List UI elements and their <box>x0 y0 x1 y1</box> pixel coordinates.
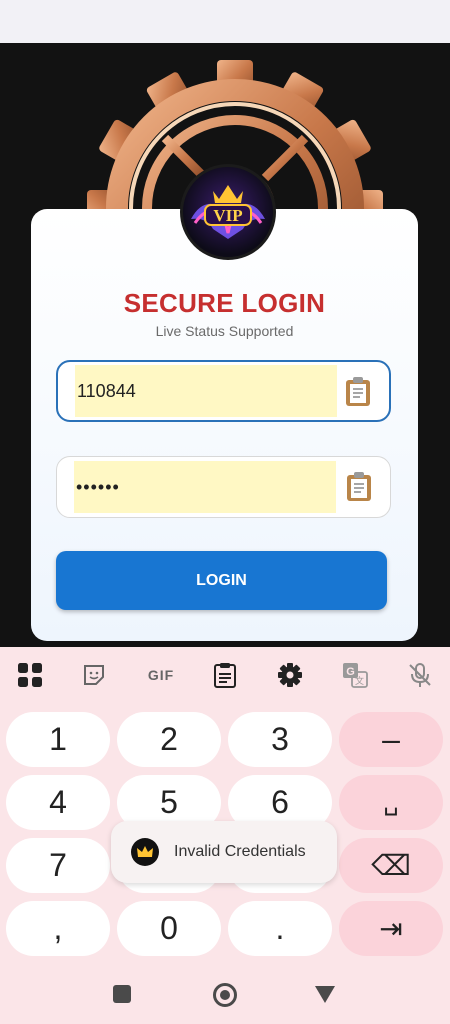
gif-label: GIF <box>147 667 175 683</box>
password-input[interactable] <box>74 461 336 513</box>
crown-icon <box>131 838 159 866</box>
key-0[interactable]: 0 <box>117 901 221 956</box>
recents-icon[interactable] <box>113 985 131 1003</box>
key-4[interactable]: 4 <box>6 775 110 830</box>
username-input[interactable] <box>75 365 337 417</box>
home-icon[interactable] <box>213 983 237 1007</box>
key-period[interactable]: . <box>228 901 332 956</box>
svg-text:文: 文 <box>355 675 364 686</box>
apps-grid-icon[interactable] <box>16 661 44 689</box>
key-comma[interactable]: , <box>6 901 110 956</box>
settings-gear-icon[interactable] <box>276 661 304 689</box>
key-7[interactable]: 7 <box>6 838 110 893</box>
gif-icon[interactable]: GIF <box>144 661 178 689</box>
toast-message: Invalid Credentials <box>174 843 306 860</box>
svg-text:VIP: VIP <box>213 206 242 225</box>
vip-logo: VIP <box>180 164 276 260</box>
clipboard-paste-icon[interactable] <box>345 377 371 407</box>
key-space[interactable]: ␣ <box>339 775 443 830</box>
keyboard-toolbar: GIF G文 <box>0 647 450 703</box>
page-subtitle: Live Status Supported <box>155 323 294 339</box>
key-3[interactable]: 3 <box>228 712 332 767</box>
clipboard-icon[interactable] <box>211 661 239 689</box>
status-bar <box>0 0 450 43</box>
system-nav-bar <box>0 964 450 1024</box>
svg-text:G: G <box>346 666 355 678</box>
translate-icon[interactable]: G文 <box>341 661 369 689</box>
key-1[interactable]: 1 <box>6 712 110 767</box>
login-card: SECURE LOGIN Live Status Supported 11084… <box>31 209 418 641</box>
key-2[interactable]: 2 <box>117 712 221 767</box>
sticker-icon[interactable] <box>80 661 108 689</box>
page-title: SECURE LOGIN <box>123 288 326 318</box>
username-field[interactable] <box>56 360 391 422</box>
key-minus[interactable]: – <box>339 712 443 767</box>
back-icon[interactable] <box>314 984 336 1004</box>
app-screen: SECURE LOGIN Live Status Supported 11084… <box>0 43 450 647</box>
password-field[interactable] <box>56 456 391 518</box>
mic-off-icon[interactable] <box>406 661 434 689</box>
login-button[interactable]: LOGIN <box>56 551 387 610</box>
clipboard-paste-icon[interactable] <box>346 472 372 502</box>
key-backspace[interactable]: ⌫ <box>339 838 443 893</box>
key-tab[interactable]: ⇥ <box>339 901 443 956</box>
toast-notification: Invalid Credentials <box>111 821 337 883</box>
vip-crown-logo-icon: VIP <box>191 185 265 239</box>
